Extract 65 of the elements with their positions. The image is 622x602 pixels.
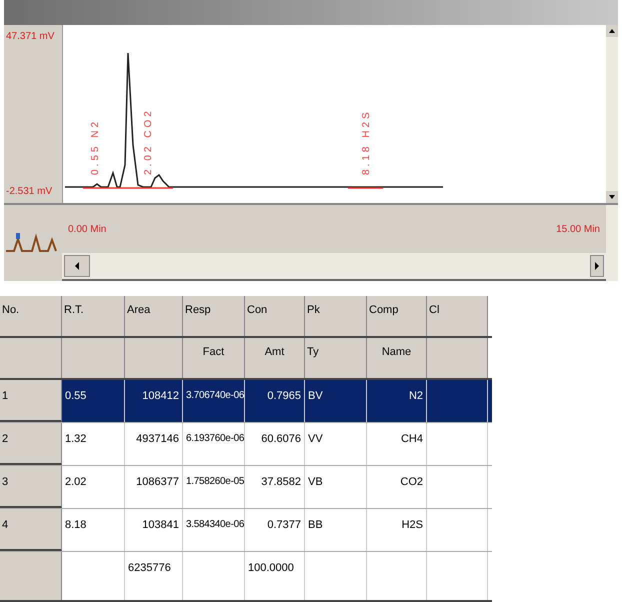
table-row[interactable]: 2 1.32 4937146 6.193760e-06 60.6076 VV CH4 [0,423,492,466]
column-header: Name [367,338,427,378]
x-start-label: 0.00 Min [68,222,106,236]
table-cell: 4937146 [125,423,183,465]
scroll-down-icon[interactable] [606,191,618,203]
table-cell: H2S [367,509,427,551]
table-row[interactable]: 3 2.02 1086377 1.758260e-05 37.8582 VB CO2 [0,466,492,509]
scroll-up-icon[interactable] [606,24,618,37]
header-cell [427,338,488,378]
table-cell: 37.8582 [245,466,305,508]
column-header: Cl [427,296,488,336]
table-cell: BB [305,509,367,551]
table-cell: 100.0000 [245,552,305,600]
y-max-label: 47.371 mV [6,30,56,44]
table-cell: 3.584340e-06 [183,509,245,551]
table-cell: BV [305,380,367,422]
column-header: No. [0,296,62,336]
peak-label: 2.02 CO2 [142,108,155,175]
table-cell: 6235776 [125,552,183,600]
column-header: Pk [305,296,367,336]
column-header: Area [125,296,183,336]
x-end-label: 15.00 Min [556,222,600,236]
table-cell: 1.758260e-05 [183,466,245,508]
row-number: 4 [0,509,62,551]
table-cell: 0.7377 [245,509,305,551]
scroll-left-icon[interactable] [64,255,90,277]
table-cell: CO2 [367,466,427,508]
chromatogram-thumbnail-icon [4,231,60,255]
table-cell: 1.32 [62,423,125,465]
scroll-right-icon[interactable] [590,255,604,277]
table-cell: 1086377 [125,466,183,508]
vertical-scrollbar[interactable] [606,24,618,203]
table-row[interactable]: 1 0.55 108412 3.706740e-06 0.7965 BV N2 [0,380,492,423]
table-cell: 8.18 [62,509,125,551]
table-cell: 0.55 [62,380,125,422]
table-cell: VB [305,466,367,508]
header-cell [62,338,125,378]
header-cell [0,338,62,378]
table-row[interactable]: 4 8.18 103841 3.584340e-06 0.7377 BB H2S [0,509,492,552]
column-header: Ty [305,338,367,378]
header-cell [125,338,183,378]
row-number: 2 [0,423,62,465]
row-number: 1 [0,380,62,422]
table-cell: 0.7965 [245,380,305,422]
column-header: R.T. [62,296,125,336]
column-header: Con [245,296,305,336]
horizontal-scrollbar[interactable] [62,253,606,281]
y-min-label: -2.531 mV [6,185,54,199]
table-cell: 108412 [125,380,183,422]
peak-label: 8.18 H2S [360,108,373,175]
table-cell: 60.6076 [245,423,305,465]
table-cell: 103841 [125,509,183,551]
table-cell: 3.706740e-06 [183,380,245,422]
column-header: Amt [245,338,305,378]
column-header: Comp [367,296,427,336]
table-cell: 2.02 [62,466,125,508]
table-cell: VV [305,423,367,465]
column-header: Resp [183,296,245,336]
peak-label: 0.55 N2 [89,118,102,175]
row-number: 3 [0,466,62,508]
row-number [0,552,62,600]
table-cell: 6.193760e-06 [183,423,245,465]
column-header: Fact [183,338,245,378]
table-cell: N2 [367,380,427,422]
table-cell: CH4 [367,423,427,465]
